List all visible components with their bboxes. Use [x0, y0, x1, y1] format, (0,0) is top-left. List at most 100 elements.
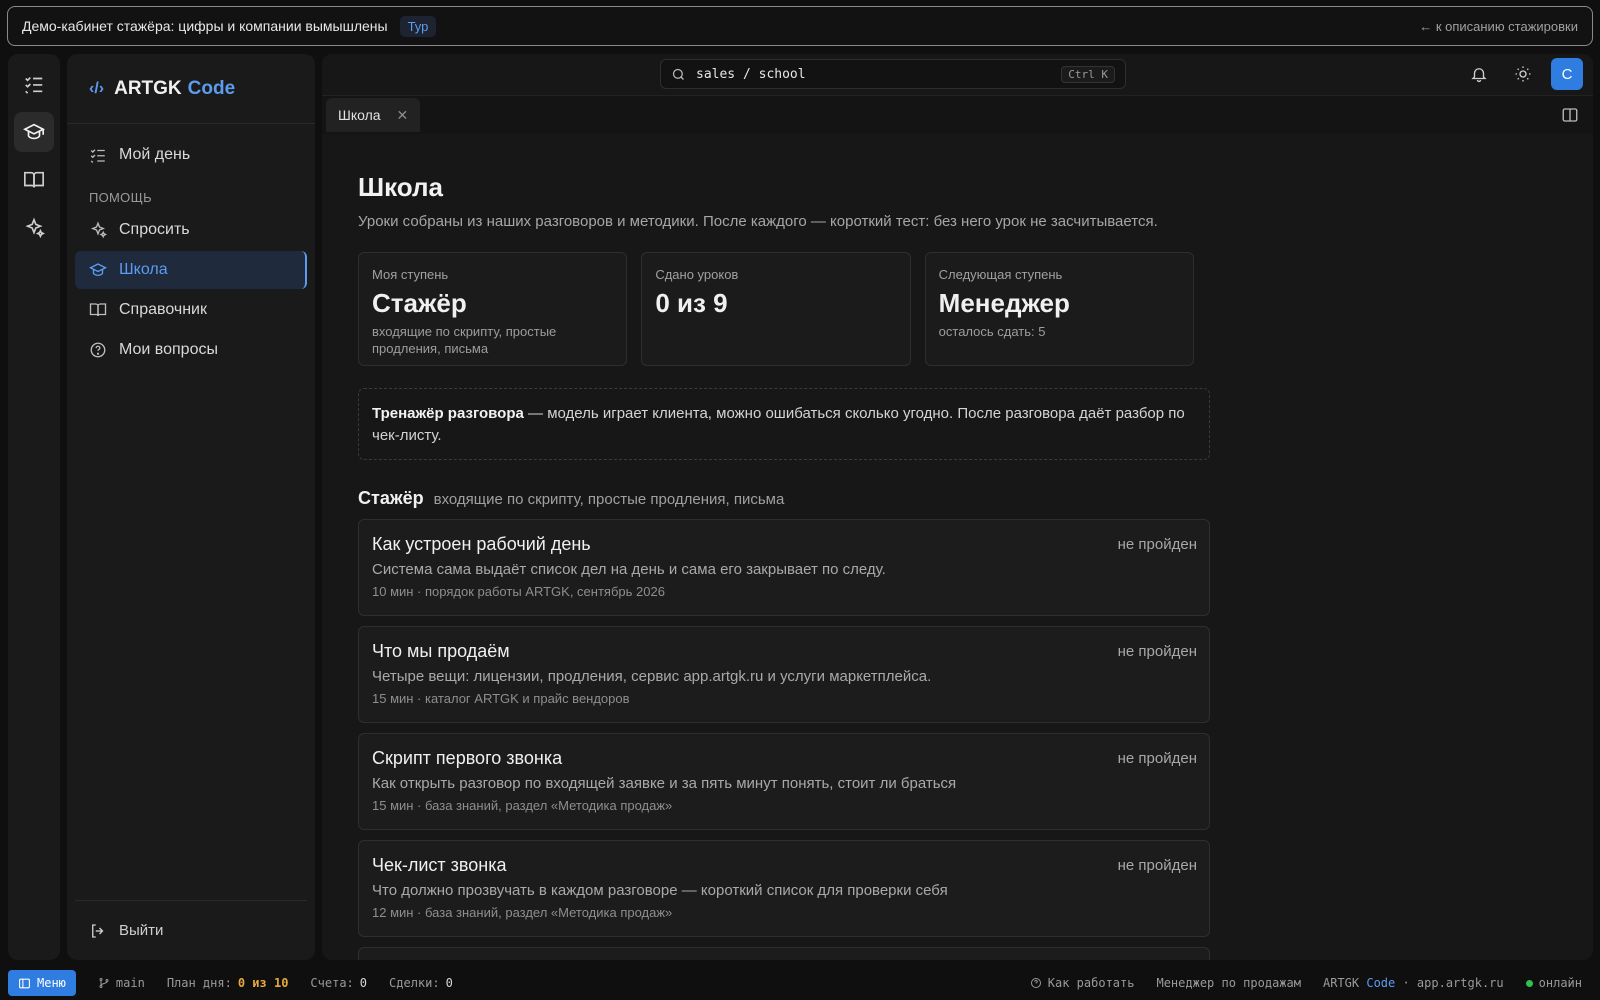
- lesson-group-header: Стажёр входящие по скрипту, простые прод…: [358, 488, 1194, 509]
- search-input[interactable]: sales / school Ctrl K: [660, 59, 1126, 89]
- status-bar-right: Как работать Менеджер по продажам ARTGK …: [1030, 976, 1600, 990]
- stat-label: Моя ступень: [372, 267, 449, 282]
- deals-value: 0: [445, 976, 453, 990]
- page-title: Школа: [358, 172, 444, 202]
- sidebar-item-ask[interactable]: Спросить: [75, 211, 307, 249]
- sidebar-item-school[interactable]: Школа: [75, 251, 307, 289]
- lesson-description: Как открыть разговор по входящей заявке …: [372, 775, 957, 792]
- split-view-icon[interactable]: [1561, 106, 1579, 124]
- lesson-card[interactable]: [358, 947, 1210, 960]
- invoices-indicator: Счета: 0: [310, 976, 367, 990]
- stat-lessons-passed: Сдано уроков 0 из 9: [641, 252, 911, 366]
- lesson-meta: 10 мин · порядок работы ARTGK, сентябрь …: [372, 584, 665, 599]
- lesson-description: Что должно прозвучать в каждом разговоре…: [372, 882, 948, 899]
- branch-indicator[interactable]: main: [98, 976, 145, 990]
- menu-button[interactable]: Меню: [8, 970, 76, 996]
- stat-next-level: Следующая ступень Менеджер осталось сдат…: [924, 252, 1194, 366]
- online-status: онлайн: [1525, 976, 1582, 990]
- logout-icon: [92, 923, 104, 938]
- lesson-status: не пройден: [1117, 750, 1197, 767]
- lesson-card[interactable]: Как устроен рабочий день Система сама вы…: [358, 519, 1210, 616]
- brand[interactable]: ‹/› ARTGK Code: [67, 54, 315, 124]
- deals-indicator: Сделки: 0: [389, 976, 453, 990]
- rail-my-day-button[interactable]: [14, 64, 54, 104]
- lesson-list: Как устроен рабочий день Система сама вы…: [358, 519, 1210, 960]
- sparkles-icon: [90, 221, 107, 239]
- sidebar-item-label: Мой день: [119, 146, 191, 163]
- logout-button[interactable]: Выйти: [75, 900, 307, 960]
- status-brand-name: ARTGK: [1322, 976, 1360, 990]
- search-shortcut: Ctrl K: [1061, 65, 1115, 83]
- lesson-status: не пройден: [1117, 857, 1197, 874]
- plan-value: 0 из 10: [237, 976, 289, 990]
- tab-school[interactable]: Школа ✕: [326, 98, 421, 132]
- theme-toggle-button[interactable]: [1507, 58, 1539, 90]
- plan-label: План дня:: [166, 976, 232, 990]
- lesson-description: Четыре вещи: лицензии, продления, сервис…: [372, 668, 932, 685]
- icon-rail: [8, 54, 60, 960]
- lesson-card[interactable]: Чек-лист звонка Что должно прозвучать в …: [358, 840, 1210, 937]
- page-content: Школа Уроки собраны из наших разговоров …: [322, 134, 1222, 960]
- stat-value: 0 из 9: [655, 288, 728, 318]
- stat-value: Стажёр: [372, 288, 467, 318]
- demo-banner: Демо-кабинет стажёра: цифры и компании в…: [7, 6, 1593, 46]
- lesson-title: Чек-лист звонка: [372, 855, 507, 875]
- sparkles-icon: [25, 217, 45, 239]
- back-to-description-link[interactable]: ← к описанию стажировки: [1419, 19, 1578, 34]
- graduation-cap-icon: [89, 263, 107, 276]
- stat-label: Следующая ступень: [938, 267, 1063, 282]
- lesson-title: Что мы продаём: [372, 641, 510, 661]
- lesson-card[interactable]: Что мы продаём Четыре вещи: лицензии, пр…: [358, 626, 1210, 723]
- lesson-meta: 15 мин · база знаний, раздел «Методика п…: [372, 798, 673, 813]
- logout-label: Выйти: [119, 922, 164, 939]
- close-icon[interactable]: ✕: [397, 107, 409, 124]
- invoices-label: Счета:: [310, 976, 354, 990]
- status-domain: · app.artgk.ru: [1402, 976, 1504, 990]
- sidebar-item-my-questions[interactable]: Мои вопросы: [75, 331, 307, 369]
- lesson-card[interactable]: Скрипт первого звонка Как открыть разгов…: [358, 733, 1210, 830]
- stat-note: входящие по скрипту, простые продления, …: [372, 324, 557, 356]
- online-label: онлайн: [1538, 976, 1582, 990]
- deals-label: Сделки:: [389, 976, 440, 990]
- stat-value: Менеджер: [938, 288, 1070, 318]
- rail-ask-button[interactable]: [14, 208, 54, 248]
- brand-code: Code: [187, 77, 236, 99]
- bell-icon: [1471, 68, 1487, 83]
- tour-button[interactable]: Тур: [399, 15, 437, 37]
- sidebar-item-label: Справочник: [119, 301, 207, 318]
- lesson-description: Система сама выдаёт список дел на день и…: [372, 561, 886, 578]
- status-brand-code: Code: [1366, 976, 1396, 990]
- sidebar-item-my-day[interactable]: Мой день: [75, 136, 307, 174]
- checklist-icon: [25, 76, 43, 94]
- checklist-icon: [90, 149, 105, 163]
- lesson-meta: 15 мин · каталог ARTGK и прайс вендоров: [372, 691, 630, 706]
- conversation-trainer-card[interactable]: Тренажёр разговора — модель играет клиен…: [358, 388, 1210, 460]
- help-circle-icon: [90, 342, 106, 358]
- git-branch-icon: [99, 978, 109, 988]
- rail-reference-button[interactable]: [14, 160, 54, 200]
- notifications-button[interactable]: [1463, 58, 1495, 90]
- book-icon: [24, 171, 44, 188]
- search-icon: [672, 68, 684, 80]
- topbar: sales / school Ctrl K С: [322, 54, 1593, 96]
- online-dot-icon: [1525, 979, 1533, 987]
- menu-label: Меню: [37, 976, 66, 990]
- book-icon: [89, 303, 107, 317]
- lesson-status: не пройден: [1117, 536, 1197, 553]
- lesson-title: Скрипт первого звонка: [372, 748, 563, 768]
- graduation-cap-icon: [23, 123, 45, 140]
- how-to-label: Как работать: [1047, 976, 1135, 990]
- lesson-status: не пройден: [1117, 643, 1197, 660]
- sidebar-toggle-icon: [19, 978, 30, 988]
- how-to-work-link[interactable]: Как работать: [1030, 976, 1135, 990]
- day-plan-indicator: План дня: 0 из 10: [167, 976, 289, 990]
- page-subtitle: Уроки собраны из наших разговоров и мето…: [358, 213, 1158, 230]
- sun-icon: [1515, 66, 1531, 82]
- avatar[interactable]: С: [1551, 58, 1583, 90]
- sidebar-item-reference[interactable]: Справочник: [75, 291, 307, 329]
- tab-bar: Школа ✕: [322, 96, 1593, 134]
- stat-note: осталось сдать: 5: [938, 324, 1046, 339]
- search-value: sales / school: [696, 66, 806, 82]
- tab-label: Школа: [338, 107, 381, 123]
- rail-school-button[interactable]: [14, 112, 54, 152]
